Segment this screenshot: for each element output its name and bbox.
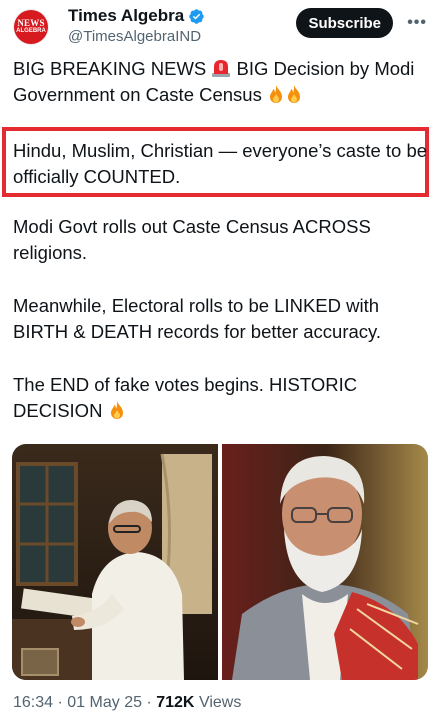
media-grid	[12, 444, 428, 680]
views-count[interactable]: 712K	[156, 694, 194, 711]
avatar[interactable]: NEWS ALGEBRA	[14, 10, 48, 44]
views-label: Views	[198, 694, 242, 711]
avatar-text-algebra: ALGEBRA	[16, 28, 46, 34]
photo-man-reading-at-desk[interactable]	[12, 444, 218, 680]
avatar-text-news: NEWS	[17, 18, 45, 28]
meta-separator: ·	[146, 694, 152, 711]
verified-badge-icon	[189, 8, 204, 24]
tweet-paragraph-4: Meanwhile, Electoral rolls to be LINKED …	[13, 295, 382, 342]
tweet-paragraph-2: Hindu, Muslim, Christian — everyone’s ca…	[13, 140, 428, 187]
meta-separator: ·	[57, 694, 63, 711]
tweet-time[interactable]: 16:34	[13, 694, 53, 711]
fire-emoji-icon	[110, 401, 123, 419]
tweet-text-5: The END of fake votes begins. HISTORIC D…	[13, 374, 358, 421]
account-handle[interactable]: @TimesAlgebraIND	[68, 28, 201, 45]
tweet-text-1a: BIG BREAKING NEWS	[13, 58, 212, 79]
tweet-paragraph-5: The END of fake votes begins. HISTORIC D…	[13, 372, 433, 424]
subscribe-button[interactable]: Subscribe	[296, 8, 393, 38]
fire-emoji-icon	[288, 85, 300, 103]
name-row: Times Algebra	[68, 6, 205, 26]
tweet-meta: 16:34 · 01 May 25 · 712K Views	[13, 694, 241, 712]
display-name[interactable]: Times Algebra	[68, 6, 184, 26]
fire-emoji-icon	[270, 85, 282, 103]
tweet-paragraph-1: BIG BREAKING NEWS BIG Decision by Modi G…	[13, 56, 433, 108]
siren-emoji-icon	[212, 60, 231, 77]
tweet-header: NEWS ALGEBRA Times Algebra @TimesAlgebra…	[10, 4, 431, 48]
more-options-icon[interactable]: •••	[407, 14, 427, 32]
tweet-date[interactable]: 01 May 25	[67, 694, 142, 711]
tweet-paragraph-3: Modi Govt rolls out Caste Census ACROSS …	[13, 216, 371, 263]
photo-man-with-white-beard-and-red-shawl[interactable]	[222, 444, 428, 680]
